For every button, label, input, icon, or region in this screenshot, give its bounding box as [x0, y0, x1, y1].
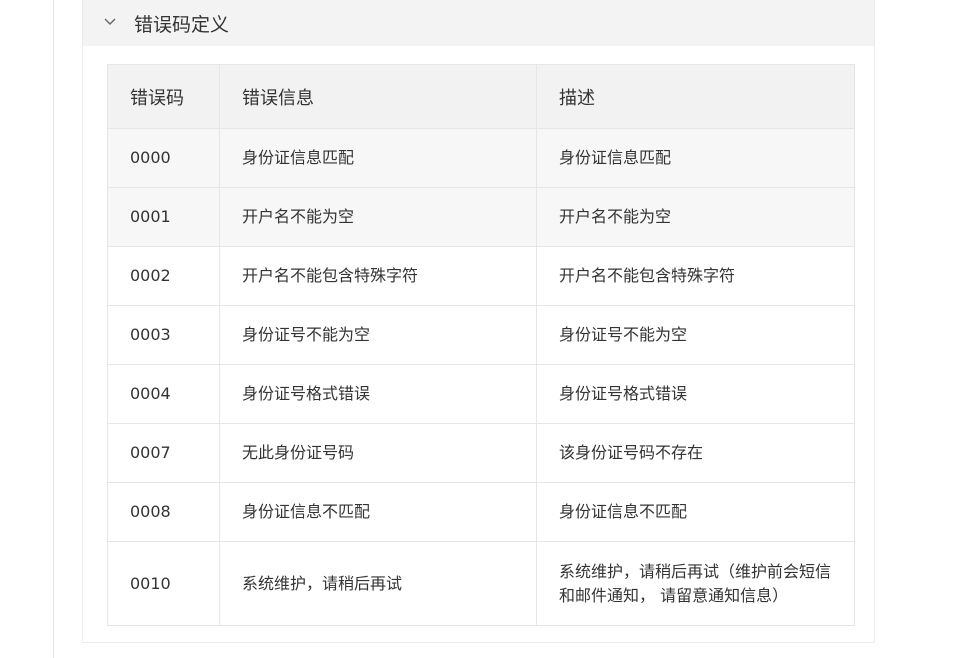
- cell-description: 该身份证号码不存在: [536, 423, 855, 483]
- cell-code: 0008: [107, 482, 220, 542]
- cell-code: 0004: [107, 364, 220, 424]
- cell-message: 开户名不能包含特殊字符: [219, 246, 537, 306]
- cell-message: 系统维护，请稍后再试: [219, 541, 537, 626]
- table-row: 0010 系统维护，请稍后再试 系统维护，请稍后再试（维护前会短信和邮件通知， …: [107, 541, 855, 626]
- cell-description: 身份证信息匹配: [536, 128, 855, 188]
- table-row: 0007 无此身份证号码 该身份证号码不存在: [107, 423, 855, 483]
- cell-message: 身份证信息匹配: [219, 128, 537, 188]
- column-header-code: 错误码: [107, 64, 220, 129]
- cell-description: 身份证信息不匹配: [536, 482, 855, 542]
- table-row: 0003 身份证号不能为空 身份证号不能为空: [107, 305, 855, 365]
- cell-message: 身份证号格式错误: [219, 364, 537, 424]
- cell-message: 身份证信息不匹配: [219, 482, 537, 542]
- cell-code: 0010: [107, 541, 220, 626]
- cell-message: 身份证号不能为空: [219, 305, 537, 365]
- column-header-description: 描述: [536, 64, 855, 129]
- page: 错误码定义 错误码 错误信息 描述 0000 身份证信息匹配 身份证信息匹配 0…: [0, 0, 958, 658]
- table-row: 0001 开户名不能为空 开户名不能为空: [107, 187, 855, 247]
- error-code-panel: 错误码定义 错误码 错误信息 描述 0000 身份证信息匹配 身份证信息匹配 0…: [82, 0, 875, 643]
- cell-message: 开户名不能为空: [219, 187, 537, 247]
- cell-description: 身份证号不能为空: [536, 305, 855, 365]
- cell-code: 0000: [107, 128, 220, 188]
- collapse-header[interactable]: 错误码定义: [83, 0, 874, 46]
- cell-code: 0003: [107, 305, 220, 365]
- table-row: 0004 身份证号格式错误 身份证号格式错误: [107, 364, 855, 424]
- chevron-down-icon[interactable]: [103, 15, 117, 29]
- cell-message: 无此身份证号码: [219, 423, 537, 483]
- error-code-table: 错误码 错误信息 描述 0000 身份证信息匹配 身份证信息匹配 0001 开户…: [107, 64, 855, 626]
- table-row: 0000 身份证信息匹配 身份证信息匹配: [107, 128, 855, 188]
- section-title: 错误码定义: [134, 13, 230, 36]
- cell-code: 0002: [107, 246, 220, 306]
- cell-description: 系统维护，请稍后再试（维护前会短信和邮件通知， 请留意通知信息）: [536, 541, 855, 626]
- cell-description: 开户名不能包含特殊字符: [536, 246, 855, 306]
- cell-code: 0001: [107, 187, 220, 247]
- table-row: 0002 开户名不能包含特殊字符 开户名不能包含特殊字符: [107, 246, 855, 306]
- table-row: 0008 身份证信息不匹配 身份证信息不匹配: [107, 482, 855, 542]
- cell-code: 0007: [107, 423, 220, 483]
- content-divider: [53, 0, 54, 658]
- column-header-message: 错误信息: [219, 64, 537, 129]
- table-header-row: 错误码 错误信息 描述: [107, 64, 855, 129]
- cell-description: 开户名不能为空: [536, 187, 855, 247]
- cell-description: 身份证号格式错误: [536, 364, 855, 424]
